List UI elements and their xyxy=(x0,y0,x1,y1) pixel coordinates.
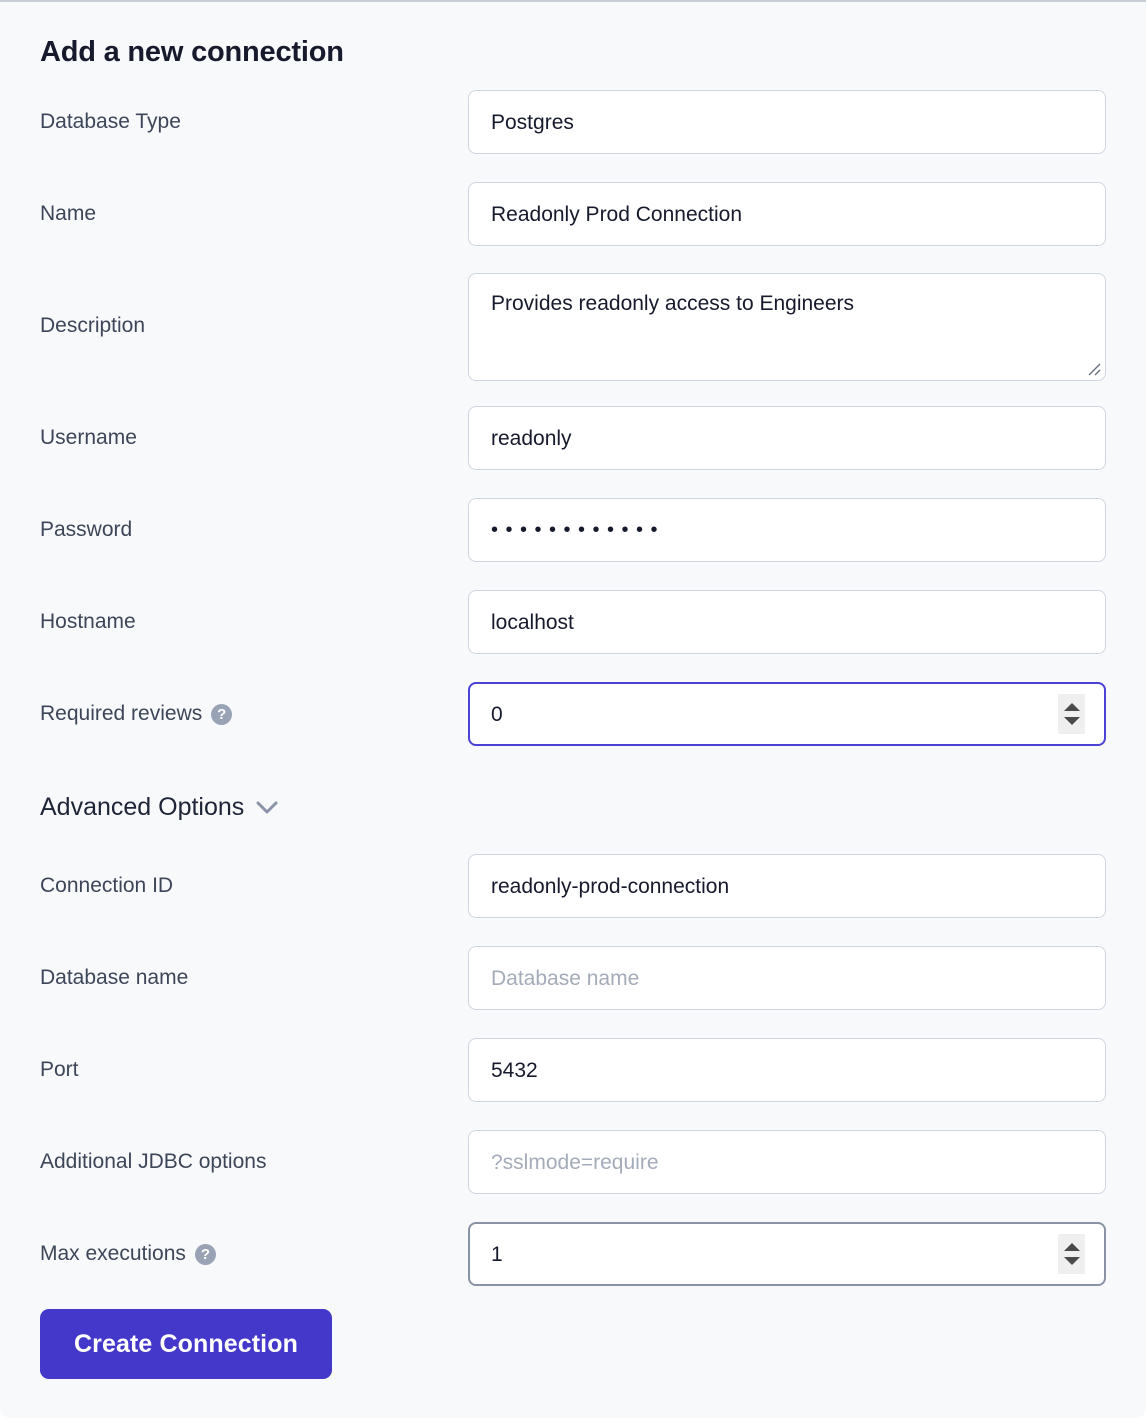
resize-grip-icon[interactable] xyxy=(1085,360,1101,376)
label-port: Port xyxy=(40,1058,79,1081)
stepper-down-icon[interactable] xyxy=(1063,717,1080,725)
label-database-name: Database name xyxy=(40,966,189,989)
connection-id-value: readonly-prod-connection xyxy=(491,874,730,898)
label-description: Description xyxy=(40,314,146,337)
label-connection-id: Connection ID xyxy=(40,874,174,897)
hostname-input[interactable]: localhost xyxy=(468,590,1106,654)
database-name-placeholder: Database name xyxy=(491,966,640,990)
label-max-executions: Max executions xyxy=(40,1242,186,1265)
label-password: Password xyxy=(40,518,133,541)
description-textarea[interactable]: Provides readonly access to Engineers xyxy=(468,273,1106,381)
advanced-options-toggle[interactable]: Advanced Options xyxy=(40,791,278,823)
username-value: readonly xyxy=(491,426,572,450)
label-username: Username xyxy=(40,426,137,449)
required-reviews-stepper[interactable] xyxy=(1058,694,1085,734)
max-executions-stepper[interactable] xyxy=(1058,1234,1085,1274)
description-value: Provides readonly access to Engineers xyxy=(491,292,855,315)
page-title: Add a new connection xyxy=(40,36,344,68)
label-hostname: Hostname xyxy=(40,610,136,633)
stepper-up-icon[interactable] xyxy=(1063,1243,1080,1251)
max-executions-value: 1 xyxy=(491,1242,503,1266)
max-executions-input[interactable]: 1 xyxy=(468,1222,1106,1286)
stepper-up-icon[interactable] xyxy=(1063,703,1080,711)
hostname-value: localhost xyxy=(491,610,574,634)
connection-id-input[interactable]: readonly-prod-connection xyxy=(468,854,1106,918)
password-input[interactable]: •••••••••••• xyxy=(468,498,1106,562)
port-value: 5432 xyxy=(491,1058,538,1082)
stepper-down-icon[interactable] xyxy=(1063,1257,1080,1265)
required-reviews-input[interactable]: 0 xyxy=(468,682,1106,746)
label-name: Name xyxy=(40,202,97,225)
label-required-reviews: Required reviews xyxy=(40,702,203,725)
required-reviews-value: 0 xyxy=(491,702,503,726)
additional-jdbc-options-input[interactable]: ?sslmode=require xyxy=(468,1130,1106,1194)
help-icon[interactable]: ? xyxy=(194,1243,216,1265)
label-database-type: Database Type xyxy=(40,110,181,133)
add-connection-panel: Add a new connection Database Type Postg… xyxy=(0,0,1146,1418)
password-value: •••••••••••• xyxy=(491,519,666,541)
label-required-reviews-group: Required reviews ? xyxy=(40,701,233,727)
port-input[interactable]: 5432 xyxy=(468,1038,1106,1102)
additional-jdbc-options-placeholder: ?sslmode=require xyxy=(491,1150,659,1174)
create-connection-button[interactable]: Create Connection xyxy=(40,1309,332,1379)
name-value: Readonly Prod Connection xyxy=(491,202,742,226)
username-input[interactable]: readonly xyxy=(468,406,1106,470)
database-name-input[interactable]: Database name xyxy=(468,946,1106,1010)
advanced-options-label: Advanced Options xyxy=(40,793,245,821)
help-icon[interactable]: ? xyxy=(211,703,233,725)
label-additional-jdbc-options: Additional JDBC options xyxy=(40,1150,267,1173)
chevron-down-icon[interactable] xyxy=(256,801,278,814)
database-type-value: Postgres xyxy=(491,110,574,134)
name-input[interactable]: Readonly Prod Connection xyxy=(468,182,1106,246)
label-max-executions-group: Max executions ? xyxy=(40,1241,216,1267)
database-type-select[interactable]: Postgres xyxy=(468,90,1106,154)
